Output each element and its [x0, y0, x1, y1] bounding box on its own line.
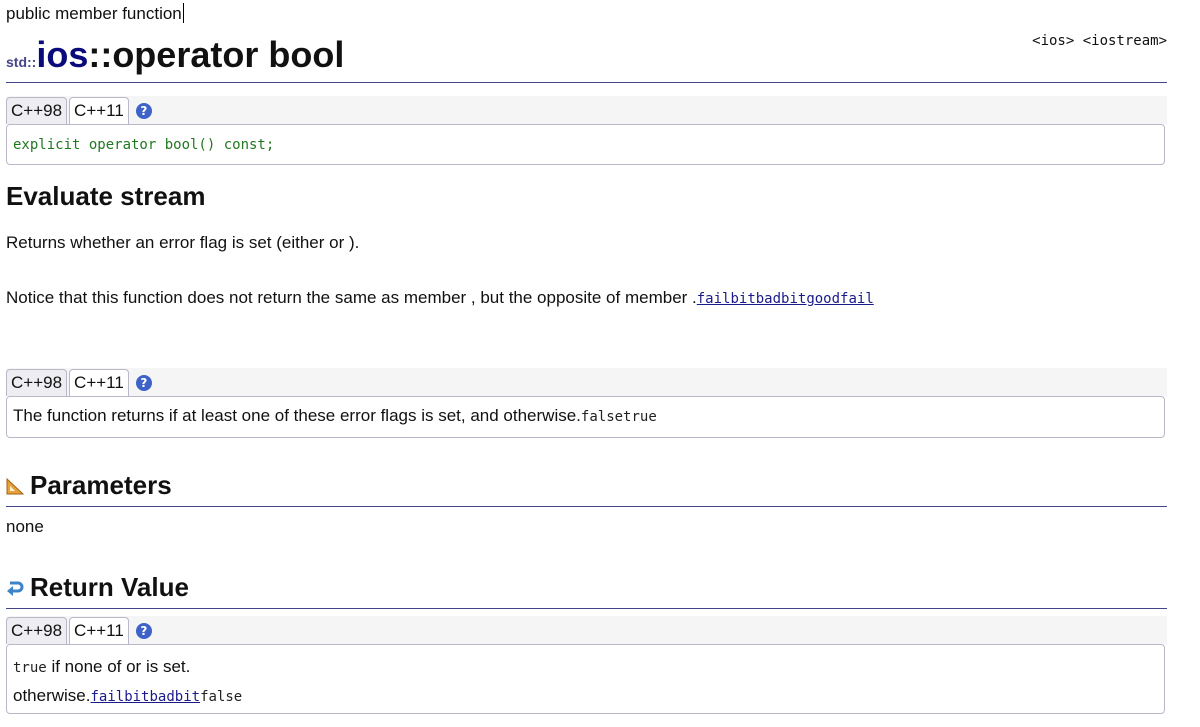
- return-line-1: true if none of or is set.: [13, 653, 1158, 682]
- return-member-links[interactable]: failbitbadbit: [90, 689, 200, 705]
- section-heading-parameters: Parameters: [6, 470, 172, 501]
- help-icon[interactable]: ?: [135, 623, 152, 639]
- description-line-2: Notice that this function does not retur…: [6, 288, 874, 308]
- parameters-text: none: [6, 517, 44, 536]
- title-member: ::operator bool: [88, 34, 345, 75]
- description-box-text: The function returns if at least one of …: [13, 406, 581, 425]
- ruler-triangle-icon: [6, 477, 24, 495]
- return-rule: [6, 608, 1167, 609]
- parameters-heading-text: Parameters: [30, 470, 172, 500]
- prototype-box: explicit operator bool() const;: [6, 124, 1165, 165]
- help-icon[interactable]: ?: [135, 103, 152, 119]
- tab-cpp11[interactable]: C++11: [69, 97, 129, 124]
- tab-cpp98[interactable]: C++98: [6, 617, 68, 644]
- tab-cpp98[interactable]: C++98: [6, 97, 68, 124]
- member-links[interactable]: failbitbadbitgoodfail: [697, 291, 874, 307]
- member-kind-label: public member function: [6, 3, 184, 23]
- parameters-rule: [6, 506, 1167, 507]
- return-arrow-icon: [7, 581, 24, 596]
- return-heading-text: Return Value: [30, 572, 189, 602]
- return-true-code: true: [13, 660, 47, 676]
- tab-cpp11[interactable]: C++11: [69, 369, 129, 396]
- section-heading-description: Evaluate stream: [6, 181, 206, 211]
- description-line-2-text: Notice that this function does not retur…: [6, 288, 697, 307]
- page-title: std::ios::operator bool: [6, 34, 344, 76]
- section-heading-return-value: Return Value: [6, 572, 189, 603]
- version-band: [6, 96, 1167, 124]
- version-band: [6, 368, 1167, 396]
- help-icon[interactable]: ?: [135, 375, 152, 391]
- description-box: The function returns if at least one of …: [6, 396, 1165, 438]
- title-rule: [6, 82, 1167, 83]
- title-namespace: std::: [6, 54, 37, 70]
- return-line-2: otherwise.failbitbadbitfalse: [13, 682, 1158, 711]
- description-line-1: Returns whether an error flag is set (ei…: [6, 233, 360, 252]
- tab-cpp11[interactable]: C++11: [69, 617, 129, 644]
- tab-cpp98[interactable]: C++98: [6, 369, 68, 396]
- version-tabs: C++98 C++11 ?: [6, 96, 152, 124]
- description-box-code: falsetrue: [580, 409, 657, 425]
- return-line-2-text: otherwise.: [13, 686, 91, 705]
- version-band: [6, 616, 1167, 644]
- return-value-box: true if none of or is set. otherwise.fai…: [6, 644, 1165, 714]
- title-class: ios: [36, 34, 89, 75]
- return-false-code: false: [200, 689, 243, 705]
- version-tabs: C++98 C++11 ?: [6, 368, 152, 396]
- text-caret: [182, 3, 184, 23]
- header-files: <ios> <iostream>: [1032, 33, 1167, 49]
- return-line-1-text: if none of or is set.: [46, 657, 191, 676]
- version-tabs: C++98 C++11 ?: [6, 616, 152, 644]
- prototype-code: explicit operator bool() const;: [13, 137, 275, 153]
